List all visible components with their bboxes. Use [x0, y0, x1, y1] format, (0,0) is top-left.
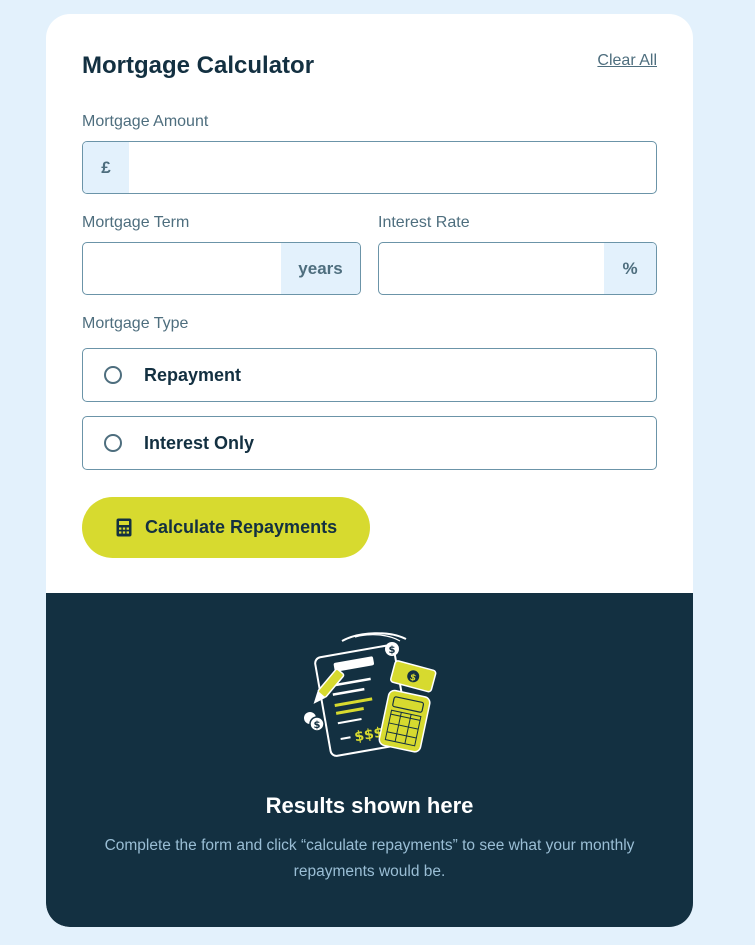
- mortgage-term-label: Mortgage Term: [82, 214, 190, 231]
- radio-circle-icon[interactable]: [104, 366, 122, 384]
- results-title: Results shown here: [265, 793, 474, 818]
- svg-text:$: $: [314, 720, 321, 731]
- mortgage-type-label: Mortgage Type: [82, 315, 189, 332]
- mortgage-calculator-card: Mortgage Calculator Clear All Mortgage A…: [46, 14, 693, 927]
- empty-results-illustration: $$$ $ $ $: [300, 629, 440, 769]
- radio-circle-icon[interactable]: [104, 434, 122, 452]
- radio-label-interest-only: Interest Only: [144, 432, 255, 453]
- mortgage-term-field: years: [82, 242, 361, 295]
- calculate-repayments-button[interactable]: Calculate Repayments: [82, 497, 370, 558]
- mortgage-term-input[interactable]: [83, 243, 281, 294]
- currency-prefix: £: [83, 142, 129, 193]
- percent-suffix: %: [604, 243, 656, 294]
- results-panel: $$$ $ $ $ Results shown here Complete th…: [46, 593, 693, 927]
- radio-option-repayment[interactable]: Repayment: [82, 348, 657, 402]
- calculator-icon: [116, 518, 132, 537]
- calculate-repayments-label: Calculate Repayments: [145, 517, 338, 537]
- mortgage-amount-label: Mortgage Amount: [82, 113, 209, 130]
- interest-rate-input[interactable]: [379, 243, 604, 294]
- interest-rate-field: %: [378, 242, 657, 295]
- radio-label-repayment: Repayment: [144, 364, 242, 385]
- clear-all-link[interactable]: Clear All: [597, 52, 657, 70]
- radio-option-interest-only[interactable]: Interest Only: [82, 416, 657, 470]
- years-suffix: years: [281, 243, 360, 294]
- svg-text:$: $: [389, 645, 396, 656]
- mortgage-amount-input[interactable]: [129, 142, 656, 193]
- interest-rate-label: Interest Rate: [378, 214, 470, 231]
- results-description: Complete the form and click “calculate r…: [104, 837, 635, 880]
- page-title: Mortgage Calculator: [82, 52, 315, 79]
- mortgage-amount-field: £: [82, 141, 657, 194]
